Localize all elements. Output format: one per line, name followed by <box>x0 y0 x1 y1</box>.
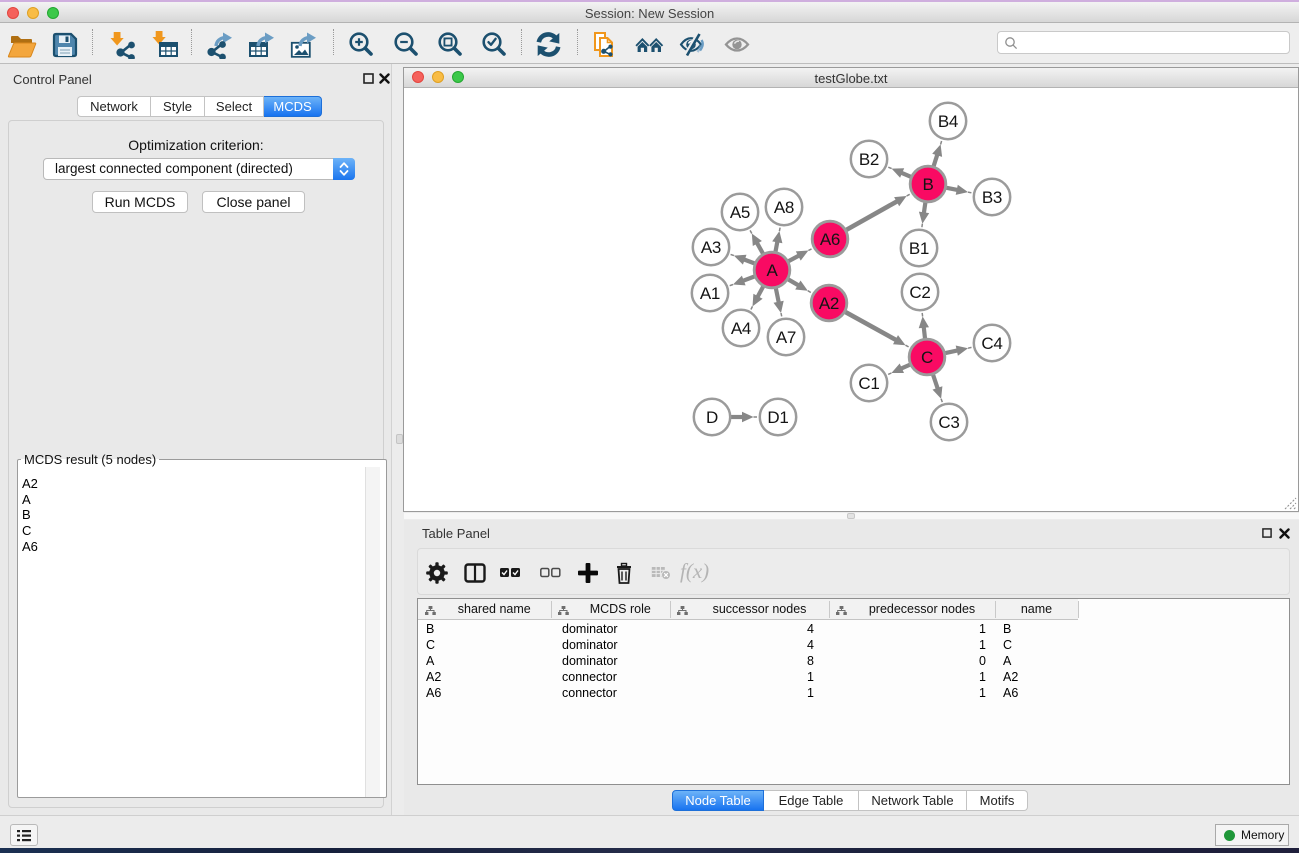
svg-text:D: D <box>706 408 718 427</box>
svg-text:B: B <box>922 175 933 194</box>
svg-text:A3: A3 <box>701 238 721 257</box>
svg-text:B3: B3 <box>982 188 1002 207</box>
svg-text:A2: A2 <box>819 294 839 313</box>
svg-text:A1: A1 <box>700 284 720 303</box>
svg-text:B4: B4 <box>938 112 958 131</box>
svg-text:A4: A4 <box>731 319 751 338</box>
svg-text:C4: C4 <box>981 334 1002 353</box>
svg-text:A6: A6 <box>820 230 840 249</box>
svg-text:B2: B2 <box>859 150 879 169</box>
svg-text:A: A <box>766 261 778 280</box>
svg-text:C1: C1 <box>858 374 879 393</box>
svg-text:A5: A5 <box>730 203 750 222</box>
svg-text:D1: D1 <box>767 408 788 427</box>
svg-text:A8: A8 <box>774 198 794 217</box>
svg-text:A7: A7 <box>776 328 796 347</box>
svg-text:C2: C2 <box>909 283 930 302</box>
svg-text:C3: C3 <box>938 413 959 432</box>
svg-text:B1: B1 <box>909 239 929 258</box>
svg-text:C: C <box>921 348 933 367</box>
